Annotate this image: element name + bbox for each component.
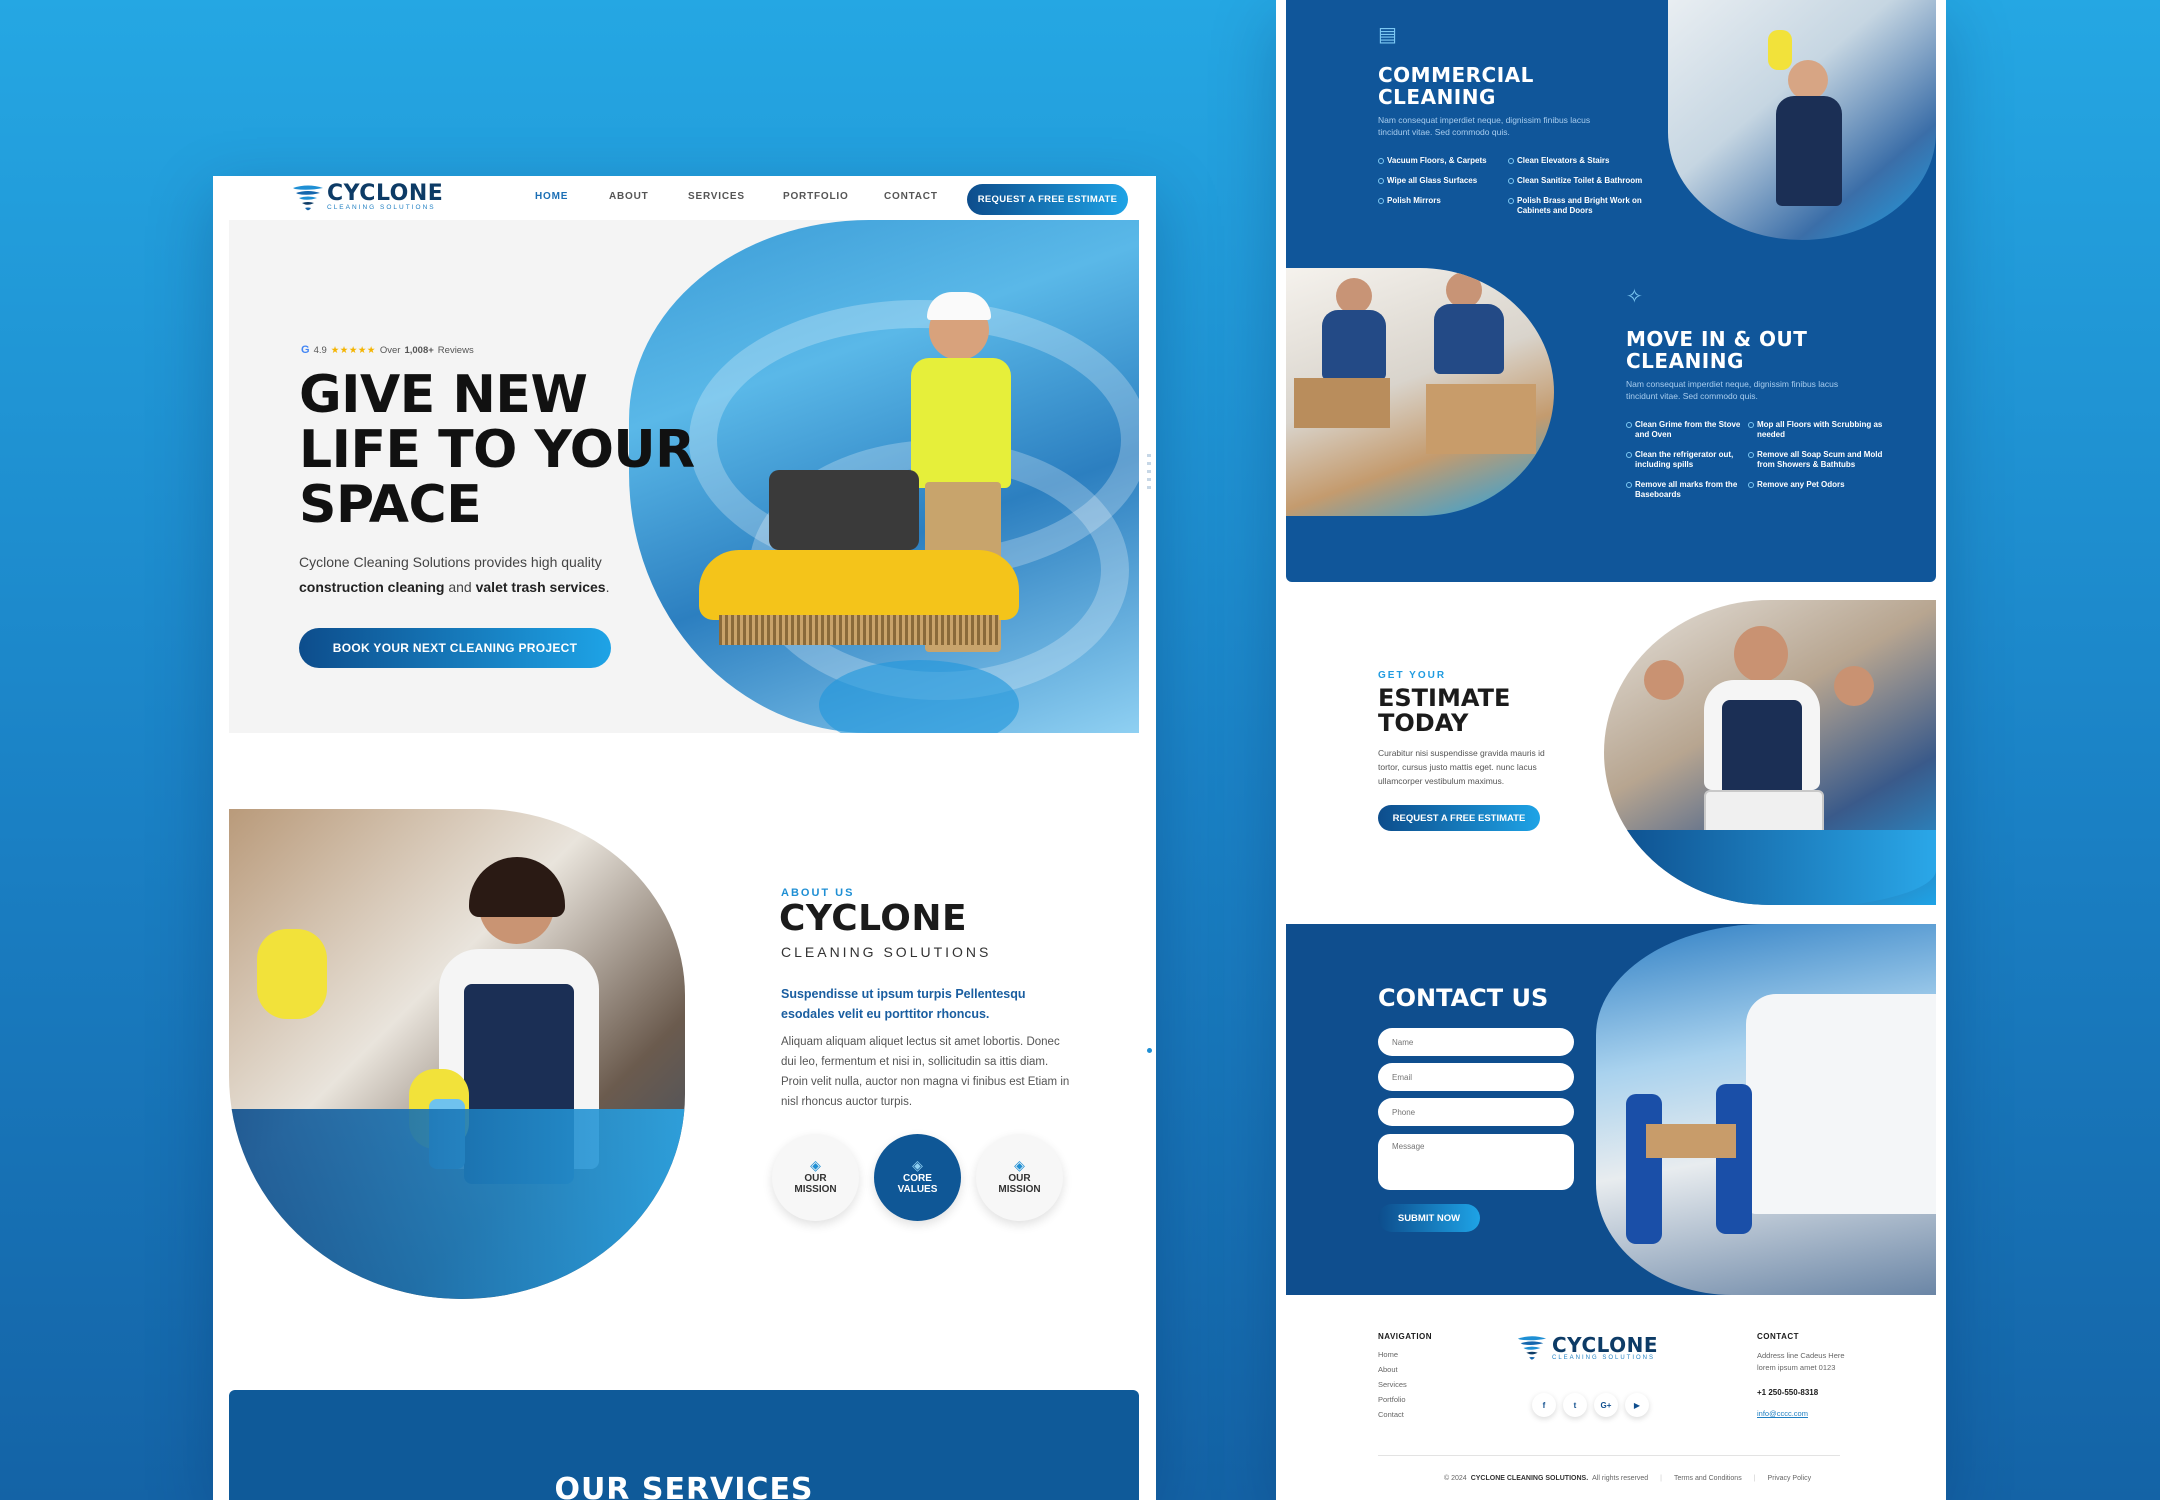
estimate-title: ESTIMATE TODAY xyxy=(1378,684,1511,737)
nav-about[interactable]: ABOUT xyxy=(609,191,649,202)
submit-button[interactable]: SUBMIT NOW xyxy=(1378,1204,1480,1232)
request-estimate-button[interactable]: REQUEST A FREE ESTIMATE xyxy=(967,184,1128,215)
about-body: Aliquam aliquam aliquet lectus sit amet … xyxy=(781,1036,1070,1108)
footer-divider xyxy=(1378,1455,1840,1456)
hero-section: G 4.9 ★★★★★ Over 1,008+ Reviews GIVE NEW… xyxy=(229,220,1139,733)
services-title: OUR SERVICES xyxy=(554,1472,814,1500)
estimate-kicker: GET YOUR xyxy=(1378,670,1447,681)
commercial-list-2: Clean Elevators & Stairs Clean Sanitize … xyxy=(1508,156,1650,226)
social-links: f t G+ ▶ xyxy=(1532,1393,1649,1417)
estimate-body: Curabitur nisi suspendisse gravida mauri… xyxy=(1378,748,1545,786)
copyright-bar: © 2024 CYCLONE CLEANING SOLUTIONS. All r… xyxy=(1444,1475,1812,1482)
footer-logo[interactable]: CYCLONE CLEANING SOLUTIONS xyxy=(1516,1332,1658,1364)
youtube-icon[interactable]: ▶ xyxy=(1625,1393,1649,1417)
footer-phone[interactable]: +1 250-550-8318 xyxy=(1757,1388,1818,1397)
about-subtitle: CLEANING SOLUTIONS xyxy=(781,944,992,960)
nav-services[interactable]: SERVICES xyxy=(688,191,745,202)
commercial-list-1: Vacuum Floors, & Carpets Wipe all Glass … xyxy=(1378,156,1506,216)
phone-field[interactable] xyxy=(1378,1098,1574,1126)
machine-engine xyxy=(769,470,919,550)
services-section: OUR SERVICES xyxy=(229,1390,1139,1500)
commercial-cleaners-photo xyxy=(1668,0,1936,240)
footer-nav-heading: NAVIGATION xyxy=(1378,1332,1433,1341)
about-cleaner-photo xyxy=(229,809,685,1299)
diamond-icon: ◈ xyxy=(912,1157,923,1173)
star-rating-icon: ★★★★★ xyxy=(330,344,376,356)
commercial-desc: Nam consequat imperdiet neque, dignissim… xyxy=(1378,115,1591,137)
name-field[interactable] xyxy=(1378,1028,1574,1056)
google-plus-icon[interactable]: G+ xyxy=(1594,1393,1618,1417)
footer-link-about[interactable]: About xyxy=(1378,1365,1407,1374)
logo-wordmark: CYCLONE xyxy=(327,180,444,206)
moving-box-icon xyxy=(1294,378,1390,428)
footer-logo-wordmark: CYCLONE xyxy=(1552,1333,1659,1357)
footer-contact-heading: CONTACT xyxy=(1757,1332,1800,1341)
yellow-glove-icon xyxy=(1768,30,1792,70)
van-icon xyxy=(1746,994,1936,1214)
movein-desc: Nam consequat imperdiet neque, dignissim… xyxy=(1626,379,1839,401)
footer-nav: Home About Services Portfolio Contact xyxy=(1378,1350,1407,1419)
about-title: CYCLONE xyxy=(779,898,968,939)
message-field[interactable] xyxy=(1378,1134,1574,1190)
badge-core-values[interactable]: ◈ CORE VALUES xyxy=(874,1134,961,1221)
email-field[interactable] xyxy=(1378,1063,1574,1091)
yellow-glove-icon xyxy=(257,929,327,1019)
logo-tagline: CLEANING SOLUTIONS xyxy=(327,203,436,211)
footer-address: Address line Cadeus Here lorem ipsum ame… xyxy=(1757,1351,1845,1372)
estimate-team-photo xyxy=(1604,600,1936,905)
footer-link-portfolio[interactable]: Portfolio xyxy=(1378,1395,1407,1404)
hero-description: Cyclone Cleaning Solutions provides high… xyxy=(299,554,610,595)
footer-email[interactable]: info@cccc.com xyxy=(1757,1409,1808,1418)
estimate-request-button[interactable]: REQUEST A FREE ESTIMATE xyxy=(1378,805,1540,831)
movers-van-photo xyxy=(1596,924,1936,1295)
services-panel: ▤ COMMERCIAL CLEANING Nam consequat impe… xyxy=(1286,0,1936,582)
google-icon: G xyxy=(301,344,310,356)
contact-section: CONTACT US SUBMIT NOW xyxy=(1286,924,1936,1295)
building-icon: ▤ xyxy=(1378,24,1397,46)
book-project-button[interactable]: BOOK YOUR NEXT CLEANING PROJECT xyxy=(299,628,611,668)
cyclone-logo-icon xyxy=(291,181,323,213)
main-nav: CYCLONE CLEANING SOLUTIONS HOME ABOUT SE… xyxy=(213,176,1156,222)
privacy-link[interactable]: Privacy Policy xyxy=(1768,1475,1812,1482)
cyclone-logo-icon xyxy=(1516,1332,1548,1364)
about-lead: Suspendisse ut ipsum turpis Pellentesqu … xyxy=(781,987,1026,1021)
sparkle-broom-icon: ✧ xyxy=(1626,286,1643,308)
nav-home[interactable]: HOME xyxy=(535,191,568,202)
hero-title: GIVE NEW LIFE TO YOUR SPACE xyxy=(299,365,695,535)
footer-logo-tagline: CLEANING SOLUTIONS xyxy=(1552,1355,1656,1361)
nav-portfolio[interactable]: PORTFOLIO xyxy=(783,191,849,202)
moving-cleaners-photo xyxy=(1286,268,1554,516)
moving-box-icon xyxy=(1426,384,1536,454)
footer-link-services[interactable]: Services xyxy=(1378,1380,1407,1389)
contact-title: CONTACT US xyxy=(1378,984,1549,1012)
badge-our-mission-2[interactable]: ◈ OUR MISSION xyxy=(976,1134,1063,1221)
diamond-icon: ◈ xyxy=(810,1157,821,1173)
commercial-title: COMMERCIAL CLEANING xyxy=(1378,63,1534,109)
footer-link-contact[interactable]: Contact xyxy=(1378,1410,1407,1419)
scrubber-brush xyxy=(719,615,999,645)
safety-vest xyxy=(911,358,1011,488)
moving-box-icon xyxy=(1646,1124,1736,1158)
movein-list-1: Clean Grime from the Stove and Oven Clea… xyxy=(1626,420,1744,510)
floor-scrubber xyxy=(699,550,1019,620)
badge-our-mission[interactable]: ◈ OUR MISSION xyxy=(772,1134,859,1221)
homepage-preview: CYCLONE CLEANING SOLUTIONS HOME ABOUT SE… xyxy=(213,176,1156,1500)
services-page-preview: ▤ COMMERCIAL CLEANING Nam consequat impe… xyxy=(1276,0,1946,1500)
diamond-icon: ◈ xyxy=(1014,1157,1025,1173)
review-rating: G 4.9 ★★★★★ Over 1,008+ Reviews xyxy=(301,344,474,356)
site-logo[interactable]: CYCLONE CLEANING SOLUTIONS xyxy=(291,181,443,213)
movein-title: MOVE IN & OUT CLEANING xyxy=(1626,327,1808,373)
scroll-dot[interactable] xyxy=(1147,1048,1152,1053)
nav-contact[interactable]: CONTACT xyxy=(884,191,938,202)
hard-hat-icon xyxy=(927,292,991,320)
movein-list-2: Mop all Floors with Scrubbing as needed … xyxy=(1748,420,1888,500)
footer-link-home[interactable]: Home xyxy=(1378,1350,1407,1359)
terms-link[interactable]: Terms and Conditions xyxy=(1674,1475,1742,1482)
cleaner-hair xyxy=(469,857,565,917)
twitter-icon[interactable]: t xyxy=(1563,1393,1587,1417)
scroll-indicator[interactable] xyxy=(1147,454,1151,494)
facebook-icon[interactable]: f xyxy=(1532,1393,1556,1417)
